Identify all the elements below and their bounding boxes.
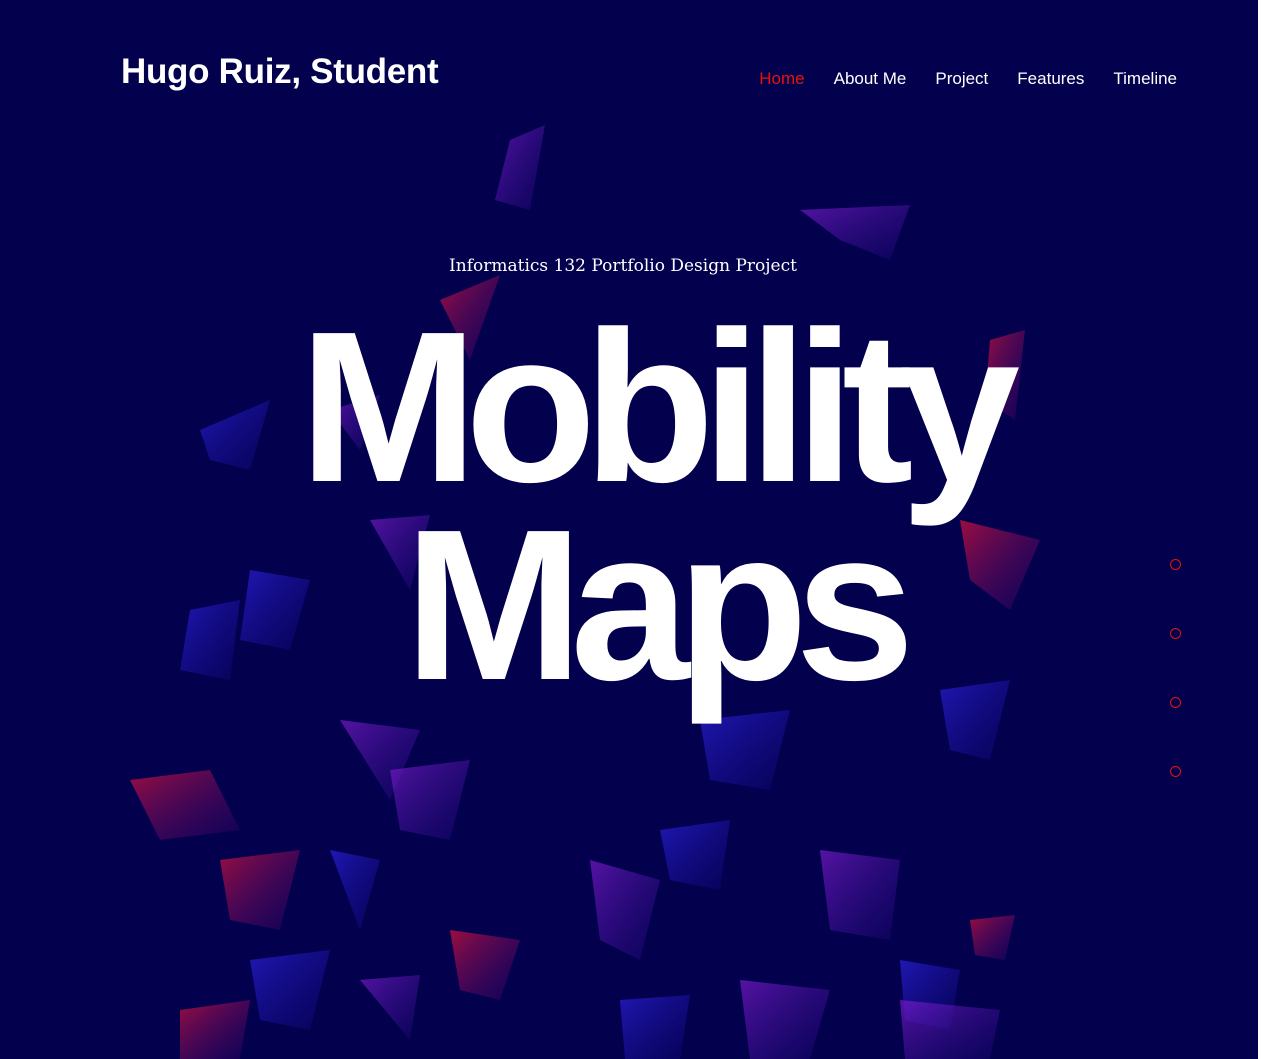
section-dot-2[interactable] [1170, 628, 1181, 639]
site-title[interactable]: Hugo Ruiz, Student [121, 52, 439, 92]
nav-item-features[interactable]: Features [1017, 68, 1084, 90]
section-dot-3[interactable] [1170, 697, 1181, 708]
hero-title-line-1: Mobility [298, 286, 1020, 527]
page: Hugo Ruiz, Student Home About Me Project… [0, 0, 1261, 1059]
nav-item-timeline[interactable]: Timeline [1113, 68, 1177, 90]
section-dot-4[interactable] [1170, 766, 1181, 777]
nav-item-home[interactable]: Home [759, 68, 804, 90]
nav-item-project[interactable]: Project [935, 68, 988, 90]
nav-item-about-me[interactable]: About Me [834, 68, 907, 90]
hero-title: Mobility Maps [0, 286, 1261, 725]
section-dot-1[interactable] [1170, 559, 1181, 570]
hero-subtitle: Informatics 132 Portfolio Design Project [449, 256, 797, 276]
hero-title-line-2: Maps [404, 484, 915, 725]
main-nav: Home About Me Project Features Timeline [759, 68, 1177, 90]
